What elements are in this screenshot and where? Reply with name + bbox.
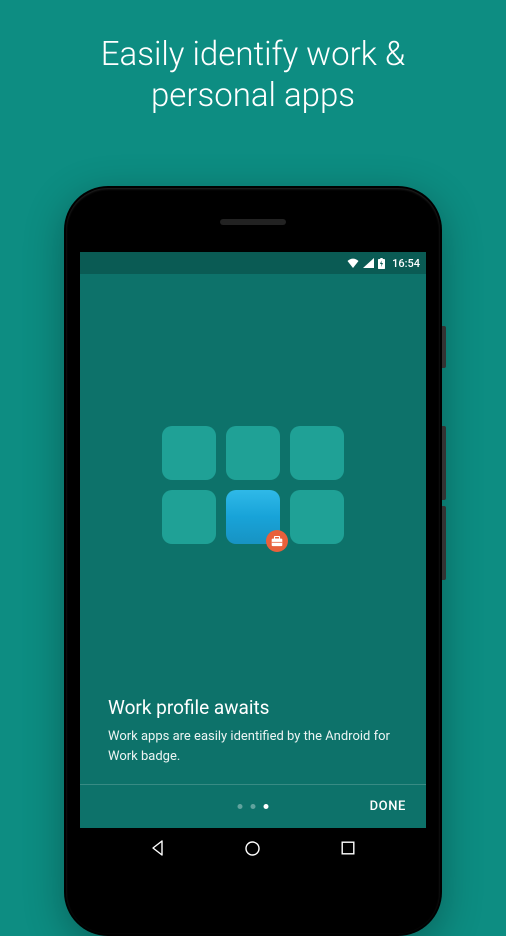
onboarding-content: Work profile awaits Work apps are easily… — [80, 274, 426, 828]
app-tile — [162, 490, 216, 544]
onboarding-bottom-bar: DONE — [80, 784, 426, 828]
status-time: 16:54 — [392, 257, 420, 270]
phone-volume-up — [442, 426, 446, 500]
pager-dot[interactable] — [251, 804, 256, 809]
wifi-icon — [347, 258, 359, 268]
onboarding-body: Work apps are easily identified by the A… — [108, 727, 398, 766]
onboarding-illustration — [80, 274, 426, 696]
android-nav-bar — [80, 828, 426, 868]
work-badge-icon — [266, 530, 288, 552]
phone-screen: 16:54 — [80, 252, 426, 868]
pager-dots — [238, 804, 269, 809]
nav-back-button[interactable] — [128, 840, 188, 856]
status-bar: 16:54 — [80, 252, 426, 274]
phone-power-button — [442, 326, 446, 368]
app-tile — [290, 490, 344, 544]
phone-volume-down — [442, 506, 446, 580]
app-tile — [290, 426, 344, 480]
phone-frame: 16:54 — [64, 186, 442, 936]
battery-icon — [378, 258, 385, 269]
pager-dot[interactable] — [238, 804, 243, 809]
cellular-icon — [363, 258, 374, 268]
app-tile — [162, 426, 216, 480]
nav-home-button[interactable] — [223, 840, 283, 857]
done-button[interactable]: DONE — [370, 799, 406, 814]
app-tile — [226, 426, 280, 480]
phone-speaker — [220, 219, 286, 225]
app-tile-work — [226, 490, 280, 544]
nav-recent-button[interactable] — [318, 841, 378, 855]
onboarding-text: Work profile awaits Work apps are easily… — [80, 696, 426, 784]
app-grid — [162, 426, 344, 544]
promo-title: Easily identify work & personal apps — [0, 0, 506, 117]
onboarding-heading: Work profile awaits — [108, 696, 398, 719]
pager-dot-active[interactable] — [264, 804, 269, 809]
